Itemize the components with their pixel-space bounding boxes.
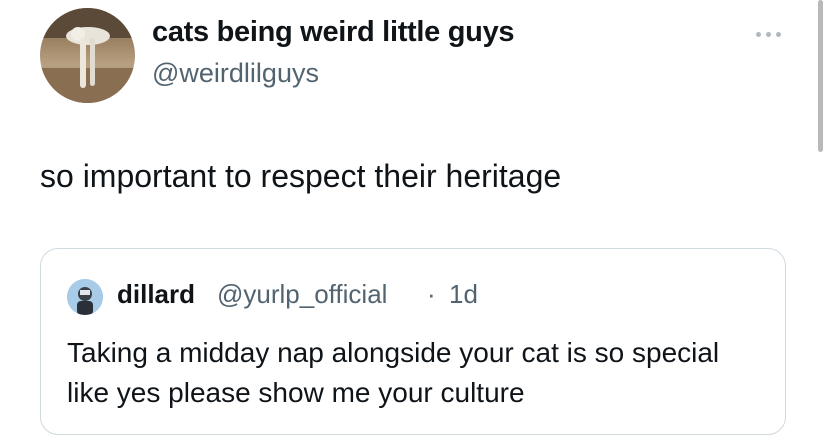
author-display-name[interactable]: cats being weird little guys bbox=[152, 16, 515, 49]
tweet-text: so important to respect their heritage bbox=[40, 158, 562, 194]
user-avatar-icon bbox=[67, 279, 103, 315]
quote-text: Taking a midday nap alongside your cat i… bbox=[67, 337, 720, 408]
quote-author-handle[interactable]: @yurlp_official bbox=[217, 279, 387, 310]
quote-timestamp[interactable]: 1d bbox=[449, 279, 478, 310]
author-handle[interactable]: @weirdlilguys bbox=[152, 58, 319, 89]
author-avatar[interactable] bbox=[40, 8, 135, 103]
scrollbar[interactable] bbox=[818, 0, 823, 152]
quote-tweet-card[interactable]: dillard @yurlp_official · 1d Taking a mi… bbox=[40, 248, 786, 435]
quote-author-name[interactable]: dillard bbox=[117, 279, 195, 310]
ellipsis-icon[interactable] bbox=[752, 24, 786, 44]
quote-separator: · bbox=[427, 279, 436, 309]
quote-author-avatar[interactable] bbox=[67, 279, 103, 315]
cat-photo-icon bbox=[40, 8, 135, 103]
